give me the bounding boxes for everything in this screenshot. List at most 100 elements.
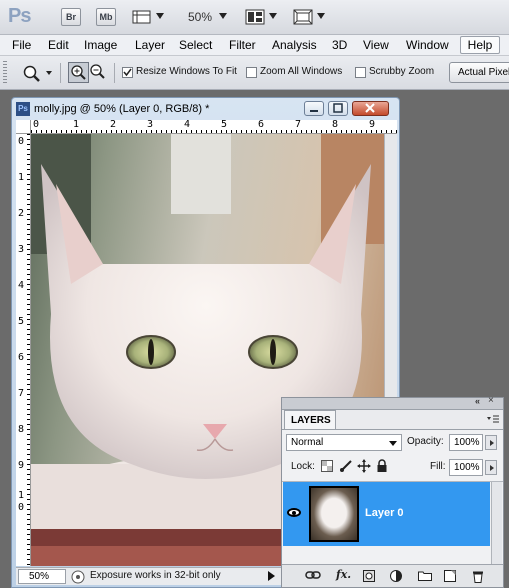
document-title: molly.jpg @ 50% (Layer 0, RGB/8) * [34,103,210,115]
ruler-tick-label: 9 [18,460,25,471]
menu-bar: File Edit Image Layer Select Filter Anal… [0,35,509,56]
options-bar-grip[interactable] [3,61,7,85]
menu-help[interactable]: Help [460,36,500,54]
arrange-documents-dropdown-icon[interactable] [269,13,277,19]
minimize-button[interactable] [304,101,324,116]
fill-field[interactable]: 100% [449,459,483,476]
menu-view[interactable]: View [363,38,389,52]
layers-panel: « × LAYERS Normal Opacity: 100% Lock: Fi… [281,395,504,588]
layer-name[interactable]: Layer 0 [365,507,404,519]
lock-all-icon[interactable] [376,459,388,476]
ruler-tick-label: 2 [18,208,25,219]
add-mask-icon[interactable] [363,570,375,585]
menu-3d[interactable]: 3D [332,38,347,52]
arrange-documents-icon[interactable] [245,9,265,28]
document-ps-icon: Ps [16,102,30,116]
ruler-tick-label: 1 [18,172,25,183]
ruler-tick-label: 1 [73,119,80,130]
menu-filter[interactable]: Filter [229,38,256,52]
application-bar: Ps Br Mb 50% [0,0,509,35]
ruler-tick-label: 1 [18,490,25,501]
layer-style-fx-icon[interactable]: fx. [336,568,351,581]
ruler-tick-label: 0 [18,136,25,147]
vertical-ruler[interactable]: 0 1 2 3 4 5 6 7 8 9 1 0 [16,134,31,566]
tool-preset-dropdown-icon[interactable] [46,71,52,75]
view-extras-dropdown-icon[interactable] [156,13,164,19]
layer-row[interactable]: Layer 0 [283,482,490,546]
resize-windows-label: Resize Windows To Fit [136,66,237,77]
ruler-tick-label: 6 [258,119,265,130]
fill-slider-button[interactable] [485,460,497,475]
zoom-tool-icon[interactable] [22,64,42,85]
ruler-origin[interactable] [16,120,31,134]
menu-edit[interactable]: Edit [48,38,69,52]
layers-scrollbar[interactable] [491,482,502,566]
trash-icon[interactable] [472,570,484,586]
opacity-slider-button[interactable] [485,435,497,450]
collapse-panel-icon[interactable]: « [475,396,480,406]
separator [114,63,115,83]
new-layer-icon[interactable] [444,570,456,585]
separator [60,63,61,83]
ruler-tick-label: 7 [295,119,302,130]
ruler-tick-label: 8 [332,119,339,130]
status-info-icon[interactable] [71,570,85,587]
zoom-out-button[interactable] [89,63,108,85]
menu-analysis[interactable]: Analysis [272,38,317,52]
menu-window[interactable]: Window [406,38,449,52]
ruler-tick-label: 0 [33,119,40,130]
visibility-eye-icon[interactable] [287,508,301,517]
mini-bridge-button[interactable]: Mb [96,8,116,26]
lock-transparency-icon[interactable] [321,460,333,475]
blend-mode-value: Normal [291,437,324,448]
lock-position-icon[interactable] [357,459,371,476]
options-bar: Resize Windows To Fit Zoom All Windows S… [0,56,509,90]
ruler-tick-label: 3 [147,119,154,130]
status-zoom-field[interactable]: 50% [18,569,66,584]
ruler-tick-label: 9 [369,119,376,130]
new-group-icon[interactable] [418,570,432,584]
chevron-down-icon [389,441,397,446]
menu-select[interactable]: Select [179,38,212,52]
lock-label: Lock: [291,461,315,472]
panel-header-bar: « × [282,395,503,410]
opacity-label: Opacity: [407,436,444,447]
ruler-tick-label: 5 [18,316,25,327]
horizontal-ruler[interactable]: 0 1 2 3 4 5 6 7 8 9 [31,119,397,134]
view-extras-icon[interactable] [132,9,152,28]
ruler-tick-label: 4 [18,280,25,291]
launch-bridge-button[interactable]: Br [61,8,81,26]
opacity-field[interactable]: 100% [449,434,483,451]
maximize-button[interactable] [328,101,348,116]
photoshop-logo: Ps [8,5,31,27]
zoom-all-windows-checkbox[interactable] [246,67,257,78]
lock-image-pixels-icon[interactable] [339,459,353,476]
menu-layer[interactable]: Layer [135,38,165,52]
panel-menu-icon[interactable] [486,414,500,429]
ruler-tick-label: 8 [18,424,25,435]
scrubby-zoom-label: Scrubby Zoom [369,66,435,77]
status-menu-arrow-icon[interactable] [268,571,275,581]
close-panel-icon[interactable]: × [488,395,494,406]
ruler-tick-label: 5 [221,119,228,130]
resize-windows-checkbox[interactable] [122,67,133,78]
menu-file[interactable]: File [12,38,31,52]
status-text: Exposure works in 32-bit only [90,570,221,581]
close-button[interactable] [352,101,389,116]
layers-panel-footer: fx. [282,564,503,587]
scrubby-zoom-checkbox[interactable] [355,67,366,78]
tab-layers[interactable]: LAYERS [284,410,336,430]
actual-pixels-button[interactable]: Actual Pixels [449,62,509,83]
screen-mode-dropdown-icon[interactable] [317,13,325,19]
zoom-level-field[interactable]: 50% [188,10,212,24]
menu-image[interactable]: Image [84,38,117,52]
adjustment-layer-icon[interactable] [390,570,402,585]
ruler-tick-label: 2 [110,119,117,130]
link-layers-icon[interactable] [305,570,321,583]
zoom-level-dropdown-icon[interactable] [219,13,227,19]
zoom-in-button[interactable] [68,62,89,83]
ruler-tick-label: 7 [18,388,25,399]
screen-mode-icon[interactable] [293,9,313,28]
zoom-all-windows-label: Zoom All Windows [260,66,343,77]
blend-mode-select[interactable]: Normal [286,434,402,451]
